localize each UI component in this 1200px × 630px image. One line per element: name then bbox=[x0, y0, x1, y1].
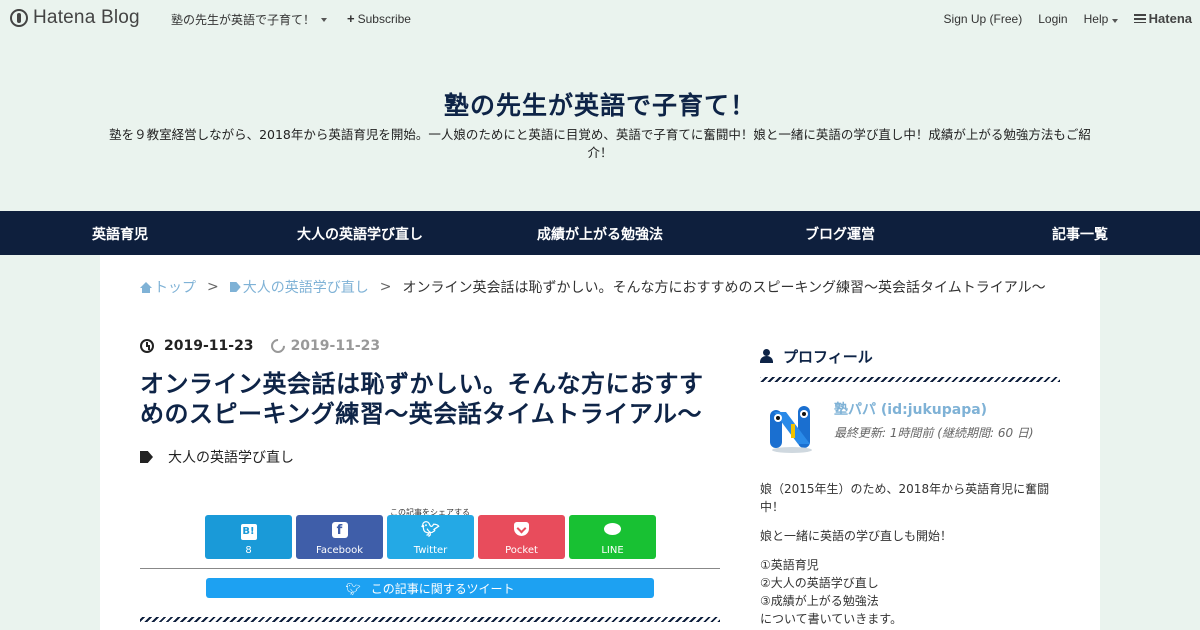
logo-text: Hatena Blog bbox=[33, 7, 140, 28]
profile-heading: プロフィール bbox=[760, 345, 1060, 367]
zigzag-divider bbox=[760, 377, 1060, 382]
breadcrumb-separator: > bbox=[379, 279, 392, 295]
share-buttons: B! 8 f Facebook 🐦︎ Twitter Pocket LINE bbox=[205, 515, 656, 559]
facebook-label: Facebook bbox=[316, 545, 363, 556]
facebook-icon: f bbox=[331, 522, 348, 538]
published-date[interactable]: 2019-11-23 bbox=[164, 338, 254, 354]
subscribe-label: Subscribe bbox=[357, 11, 411, 26]
hatena-label: Hatena bbox=[1148, 11, 1192, 26]
twitter-bird-icon: 🐦︎ bbox=[420, 520, 441, 538]
tag-icon bbox=[140, 451, 153, 463]
tag-icon bbox=[229, 282, 241, 292]
login-link[interactable]: Login bbox=[1038, 12, 1067, 26]
breadcrumb-separator: > bbox=[207, 279, 219, 295]
chevron-down-icon bbox=[321, 17, 328, 22]
profile-name-link[interactable]: 塾パパ (id:jukupapa) bbox=[834, 399, 987, 419]
nav-item-article-list[interactable]: 記事一覧 bbox=[1052, 224, 1108, 244]
twitter-label: Twitter bbox=[413, 545, 448, 556]
blog-title-menu-label: 塾の先生が英語で子育て！ bbox=[171, 13, 316, 27]
bio-list-item: について書いていきます。 bbox=[760, 612, 903, 626]
nav-item-english-parenting[interactable]: 英語育児 bbox=[92, 224, 148, 244]
chevron-down-icon bbox=[1111, 18, 1118, 23]
hatena-bookmark-icon: B! bbox=[240, 524, 257, 540]
nav-item-blog-management[interactable]: ブログ運営 bbox=[805, 224, 875, 244]
hatena-logo-icon bbox=[10, 9, 28, 27]
blog-title-menu[interactable]: 塾の先生が英語で子育て！ bbox=[171, 11, 328, 28]
profile-last-update: 最終更新: 1時間前 (継続期間: 60 日) bbox=[834, 426, 1034, 440]
hatena-link[interactable]: Hatena bbox=[1133, 11, 1192, 26]
related-tweets-button[interactable]: 🐦︎ この記事に関するツイート bbox=[206, 578, 654, 598]
bio-paragraph: 娘と一緒に英語の学び直しも開始！ bbox=[760, 529, 953, 543]
bio-list-item: ②大人の英語学び直し bbox=[760, 576, 879, 590]
breadcrumb-category[interactable]: 大人の英語学び直し bbox=[243, 277, 369, 297]
profile-heading-label: プロフィール bbox=[783, 347, 873, 366]
signup-link[interactable]: Sign Up (Free) bbox=[944, 12, 1023, 26]
profile-card: 塾パパ (id:jukupapa) 最終更新: 1時間前 (継続期間: 60 日… bbox=[760, 386, 1060, 466]
main-container: トップ > 大人の英語学び直し > オンライン英会話は恥ずかしい。そんな方におす… bbox=[100, 255, 1100, 630]
help-label: Help bbox=[1083, 11, 1109, 26]
profile-bio: 娘（2015年生）のため、2018年から英語育児に奮闘中！ 娘と一緒に英語の学び… bbox=[760, 480, 1060, 628]
divider bbox=[140, 568, 720, 569]
home-icon bbox=[140, 281, 152, 293]
help-menu[interactable]: Help bbox=[1084, 12, 1118, 26]
twitter-share-button[interactable]: 🐦︎ Twitter bbox=[387, 515, 474, 559]
bio-list-item: ①英語育児 bbox=[760, 558, 819, 572]
bio-list-item: ③成績が上がる勉強法 bbox=[760, 594, 879, 608]
hatena-bookmark-button[interactable]: B! 8 bbox=[205, 515, 292, 559]
breadcrumb: トップ > 大人の英語学び直し > オンライン英会話は恥ずかしい。そんな方におす… bbox=[140, 277, 1046, 297]
article-dates: 2019-11-23 2019-11-23 bbox=[140, 335, 720, 357]
line-icon bbox=[604, 523, 621, 535]
article: 2019-11-23 2019-11-23 オンライン英会話は恥ずかしい。そんな… bbox=[140, 335, 720, 622]
pocket-label: Pocket bbox=[505, 545, 538, 556]
nav-item-adult-english[interactable]: 大人の英語学び直し bbox=[297, 224, 423, 244]
blog-title-link[interactable]: 塾の先生が英語で子育て！ bbox=[0, 86, 1200, 122]
blog-header: 塾の先生が英語で子育て！ 塾を９教室経営しながら、2018年から英語育児を開始。… bbox=[0, 36, 1200, 211]
related-tweets-label: この記事に関するツイート bbox=[370, 582, 515, 596]
article-category: 大人の英語学び直し bbox=[140, 447, 720, 467]
update-icon bbox=[267, 336, 288, 356]
line-label: LINE bbox=[601, 545, 624, 556]
clock-icon bbox=[140, 339, 154, 353]
facebook-share-button[interactable]: f Facebook bbox=[296, 515, 383, 559]
topbar-right-menu: Sign Up (Free) Login Help Hatena bbox=[944, 11, 1192, 26]
sidebar: プロフィール 塾パパ (id:jukupapa) 最終更新: 1時間前 (継続期… bbox=[760, 345, 1060, 628]
bookmark-count: 8 bbox=[245, 545, 252, 556]
global-nav: 英語育児 大人の英語学び直し 成績が上がる勉強法 ブログ運営 記事一覧 bbox=[0, 211, 1200, 255]
avatar[interactable] bbox=[764, 396, 820, 456]
line-share-button[interactable]: LINE bbox=[569, 515, 656, 559]
subscribe-button[interactable]: + Subscribe bbox=[347, 11, 411, 26]
hatena-topbar: Hatena Blog 塾の先生が英語で子育て！ + Subscribe Sig… bbox=[0, 0, 1200, 36]
plus-icon: + bbox=[347, 11, 355, 26]
updated-date: 2019-11-23 bbox=[290, 338, 381, 354]
nav-item-study-method[interactable]: 成績が上がる勉強法 bbox=[537, 224, 663, 244]
article-title[interactable]: オンライン英会話は恥ずかしい。そんな方におすすめのスピーキング練習～英会話タイム… bbox=[140, 369, 720, 429]
blog-description: 塾を９教室経営しながら、2018年から英語育児を開始。一人娘のためにと英語に目覚… bbox=[109, 127, 1091, 160]
breadcrumb-home[interactable]: トップ bbox=[154, 277, 196, 297]
pocket-share-button[interactable]: Pocket bbox=[478, 515, 565, 559]
category-link[interactable]: 大人の英語学び直し bbox=[168, 447, 294, 467]
zigzag-divider bbox=[140, 617, 720, 622]
hatena-blog-logo[interactable]: Hatena Blog bbox=[10, 7, 140, 29]
user-icon bbox=[760, 349, 773, 363]
bio-paragraph: 娘（2015年生）のため、2018年から英語育児に奮闘中！ bbox=[760, 482, 1050, 514]
pocket-icon bbox=[514, 522, 529, 536]
twitter-bird-icon: 🐦︎ bbox=[345, 582, 361, 596]
breadcrumb-current: オンライン英会話は恥ずかしい。そんな方におすすめのスピーキング練習～英会話タイム… bbox=[402, 280, 1046, 296]
hatena-stripes-icon bbox=[1133, 14, 1146, 23]
